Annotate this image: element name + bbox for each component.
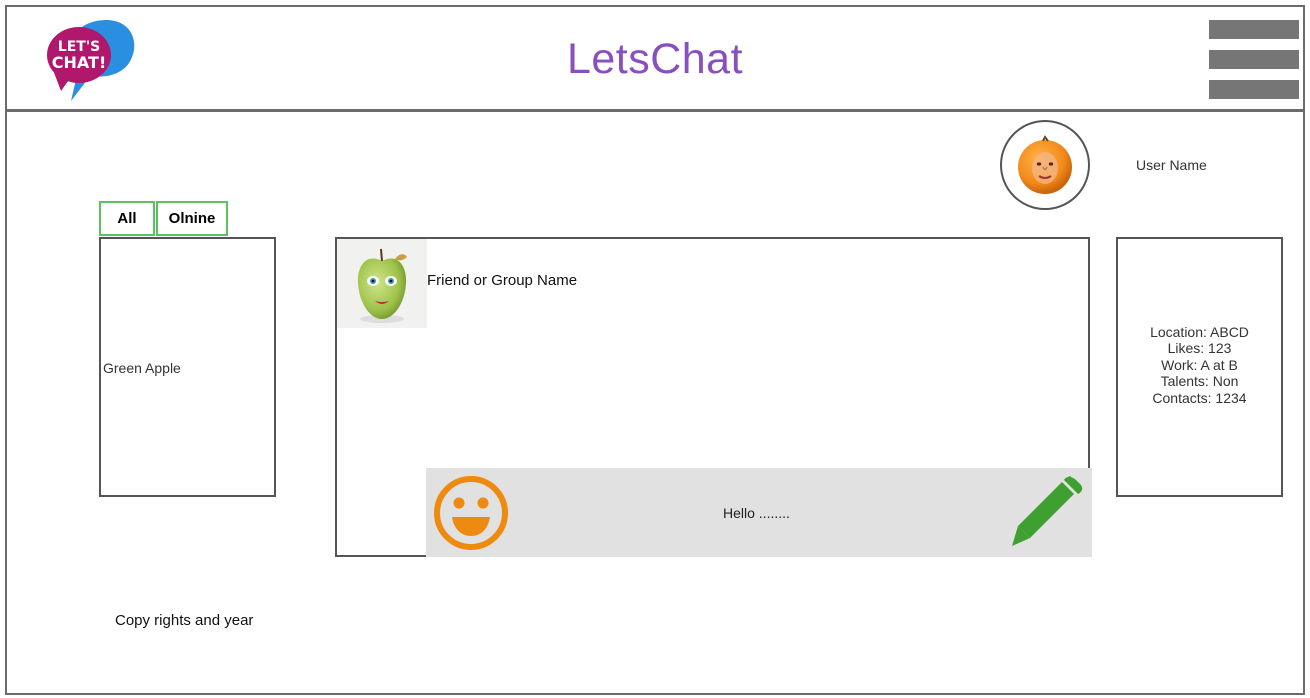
green-apple-face-avatar-icon [357,248,407,323]
tab-all[interactable]: All [99,201,155,236]
app-title: LetsChat [566,35,744,83]
menu-bar-line [1209,50,1299,69]
orange-face-avatar-icon [1018,135,1072,194]
hamburger-menu-icon[interactable] [1209,20,1301,100]
user-avatar[interactable] [1000,120,1090,210]
smiley-icon[interactable] [432,474,510,552]
profile-talents: Talents: Non [1160,373,1239,390]
profile-info-panel: Location: ABCD Likes: 123 Work: A at B T… [1116,237,1283,497]
menu-bar-line [1209,20,1299,39]
chat-panel: Friend or Group Name Hello ........ [335,237,1092,557]
profile-work: Work: A at B [1161,356,1238,373]
profile-location: Location: ABCD [1150,323,1249,340]
message-compose-bar: Hello ........ [426,468,1092,557]
tab-online[interactable]: Olnine [156,201,228,236]
profile-contacts: Contacts: 1234 [1152,389,1247,406]
chat-title: Friend or Group Name [427,272,578,289]
pencil-icon[interactable] [1006,476,1086,551]
footer-copyright: Copy rights and year [115,612,254,629]
menu-bar-line [1209,80,1299,99]
friends-list-panel: Green Apple [99,237,276,497]
chat-avatar[interactable] [337,239,427,328]
header-bar: LET'S CHAT! LetsChat [5,5,1305,112]
message-input[interactable]: Hello ........ [723,505,790,521]
user-name[interactable]: User Name [1136,157,1207,173]
profile-likes: Likes: 123 [1167,340,1232,357]
friend-list-item[interactable]: Green Apple [103,360,181,376]
